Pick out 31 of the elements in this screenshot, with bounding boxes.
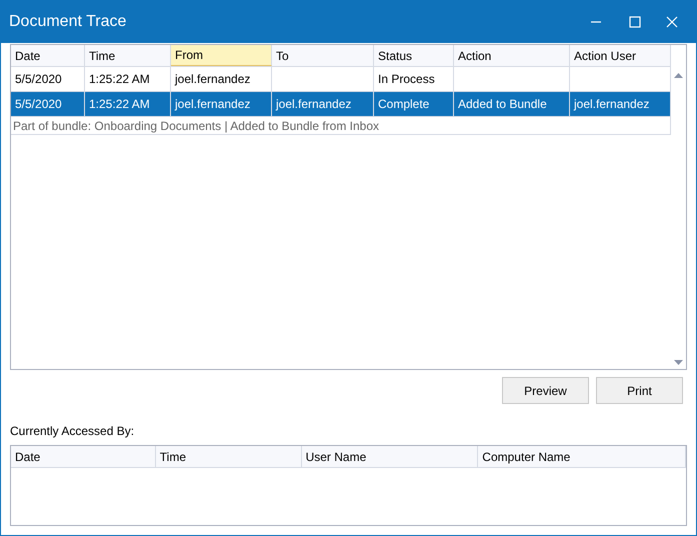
dialog-button[interactable]: Print (596, 377, 683, 404)
column-header[interactable]: Action User (570, 45, 671, 66)
column-header[interactable]: Computer Name (478, 446, 686, 467)
column-header[interactable]: Time (156, 446, 302, 467)
table-cell: joel.fernandez (570, 92, 671, 116)
column-header[interactable]: Status (374, 45, 454, 66)
table-cell: Added to Bundle (454, 92, 570, 116)
table-cell: Complete (374, 92, 454, 116)
column-header[interactable]: From (171, 45, 272, 66)
table-cell: 5/5/2020 (11, 67, 85, 91)
scroll-down-icon[interactable] (674, 360, 683, 365)
close-icon[interactable] (666, 16, 678, 28)
row-detail: Part of bundle: Onboarding Documents | Added to Bundle from Inbox (11, 117, 671, 135)
maximize-icon[interactable] (629, 16, 641, 28)
scroll-up-icon[interactable] (674, 73, 683, 78)
section-label: Currently Accessed By: (10, 423, 136, 440)
table-cell: In Process (374, 67, 454, 91)
table-cell: joel.fernandez (171, 67, 272, 91)
table-row[interactable]: 5/5/2020 1:25:22 AM joel.fernandez joel.fernandez Complete Added to Bundle joel.fernandez (11, 92, 671, 117)
window-title: Document Trace (9, 12, 128, 32)
column-header[interactable]: User Name (302, 446, 478, 467)
table-cell: 1:25:22 AM (85, 67, 171, 91)
table-cell: joel.fernandez (272, 92, 374, 116)
table-cell: joel.fernandez (171, 92, 272, 116)
column-header[interactable]: Date (11, 446, 156, 467)
table-cell: 1:25:22 AM (85, 92, 171, 116)
column-header[interactable]: Action (454, 45, 570, 66)
dialog-button[interactable]: Preview (502, 377, 589, 404)
column-header[interactable]: To (272, 45, 374, 66)
column-header[interactable]: Date (11, 45, 85, 66)
table-cell: 5/5/2020 (11, 92, 85, 116)
